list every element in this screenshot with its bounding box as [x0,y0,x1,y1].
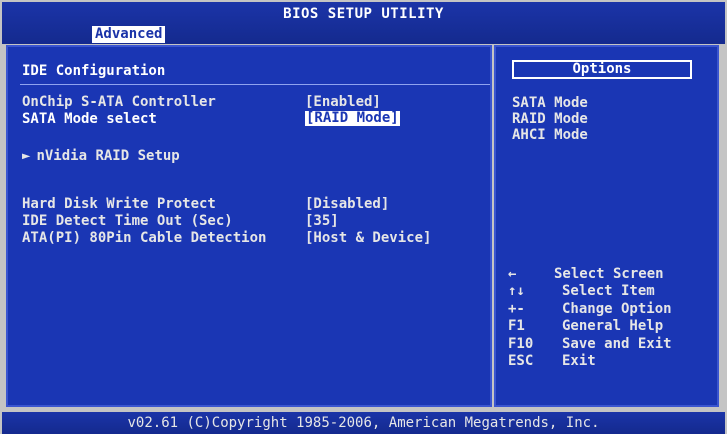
submenu-arrow-icon: ► [22,148,31,164]
submenu-label: nVidia RAID Setup [36,148,180,164]
help-desc: Change Option [562,300,672,317]
options-help-panel: Options SATA Mode RAID Mode AHCI Mode ← … [494,45,719,407]
help-desc: Save and Exit [562,335,672,352]
submenu-nvidia-raid-setup[interactable]: ► nVidia RAID Setup [22,148,180,164]
setting-label: OnChip S-ATA Controller [22,94,216,110]
setting-value[interactable]: [Disabled] [305,196,389,212]
tab-advanced[interactable]: Advanced [92,26,166,43]
options-list: SATA Mode RAID Mode AHCI Mode [512,95,588,143]
setting-value[interactable]: [RAID Mode] [305,111,400,126]
help-desc: Select Screen [554,266,664,282]
setting-label: ATA(PI) 80Pin Cable Detection [22,230,267,246]
setting-value[interactable]: [Host & Device] [305,230,431,246]
option-item: RAID Mode [512,111,588,127]
bios-screen: BIOS SETUP UTILITY Advanced IDE Configur… [0,0,727,434]
bios-title: BIOS SETUP UTILITY [283,6,444,22]
option-item: SATA Mode [512,95,588,111]
main-settings-panel: IDE Configuration OnChip S-ATA Controlle… [6,45,492,407]
title-bar: BIOS SETUP UTILITY Advanced [2,2,725,44]
setting-row-ata-cable-detection[interactable]: ATA(PI) 80Pin Cable Detection [Host & De… [22,230,431,294]
help-desc: Exit [562,352,596,369]
f10-key-label: F10 [508,335,534,352]
setting-label: Hard Disk Write Protect [22,196,216,212]
f1-key-label: F1 [508,318,525,335]
section-divider [20,84,490,85]
setting-value[interactable]: [35] [305,213,339,229]
plus-minus-key-icon: +- [508,300,525,317]
option-item: AHCI Mode [512,127,588,143]
section-title: IDE Configuration [22,63,166,79]
up-down-arrow-key-icon: ↑↓ [508,283,525,300]
help-desc: General Help [562,318,664,335]
options-header: Options [512,60,692,79]
setting-label: SATA Mode select [22,111,157,127]
esc-key-label: ESC [508,352,534,369]
setting-value[interactable]: [Enabled] [305,94,381,110]
copyright-bar: v02.61 (C)Copyright 1985-2006, American … [2,412,725,434]
setting-label: IDE Detect Time Out (Sec) [22,213,233,229]
help-desc: Select Item [562,283,655,300]
left-arrow-key-icon: ← [508,266,517,282]
setting-row-sata-mode-select[interactable]: SATA Mode select [RAID Mode] [22,111,400,175]
